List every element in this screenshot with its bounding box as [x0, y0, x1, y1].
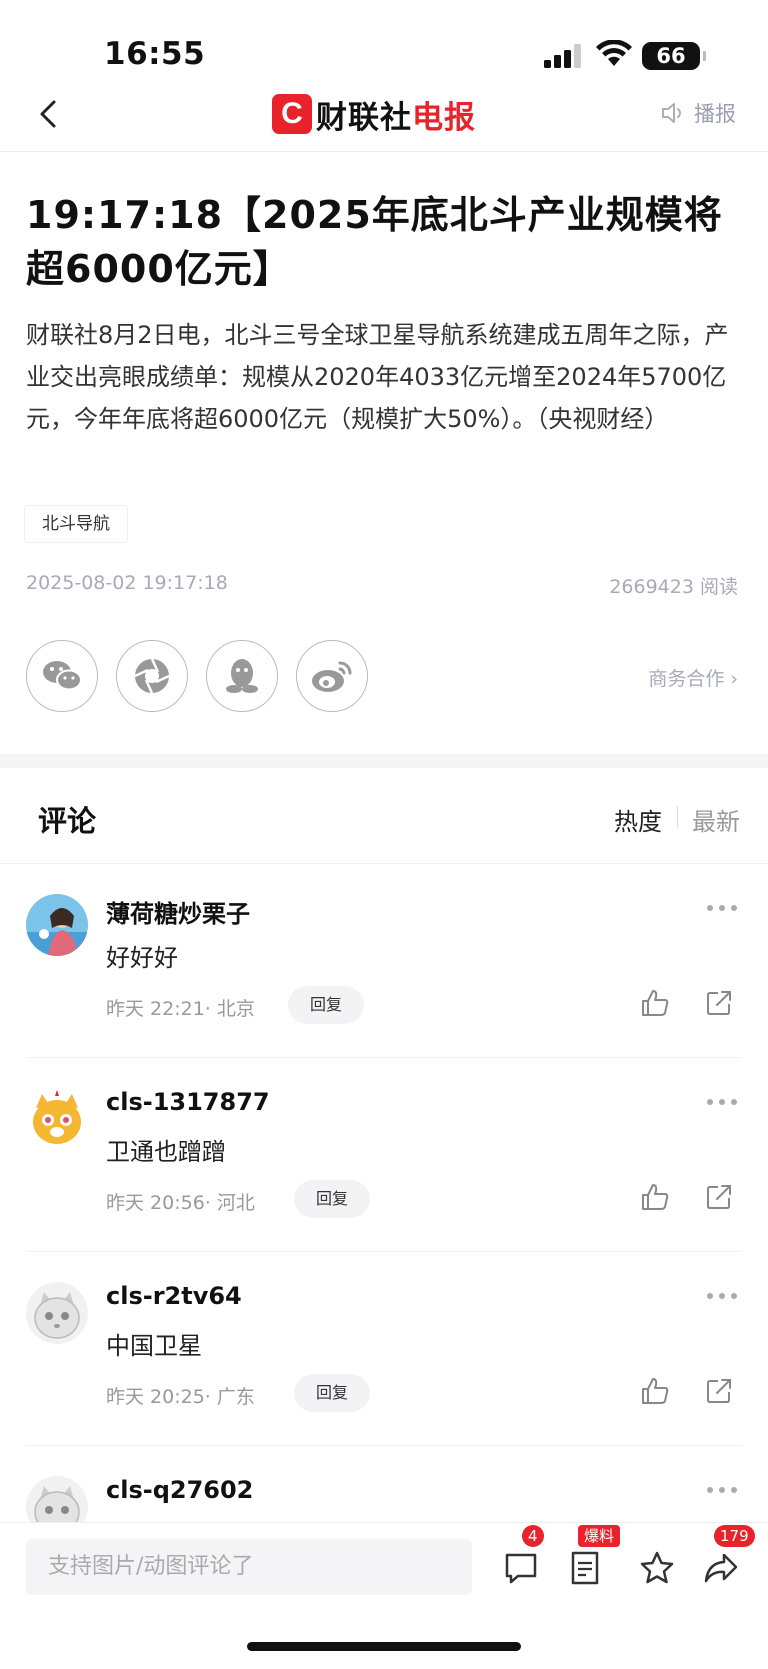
share-weibo-button[interactable] [296, 640, 368, 712]
speaker-icon [662, 103, 681, 123]
comment-item: 薄荷糖炒栗子 好好好 昨天 22:21· 北京 回复 [0, 864, 768, 1058]
share-icon[interactable] [704, 1182, 734, 1212]
comment-text: 中国卫星 [106, 1332, 202, 1360]
battery-indicator: 66 [642, 42, 706, 70]
comment-username[interactable]: 薄荷糖炒栗子 [106, 894, 250, 929]
article-tag[interactable]: 北斗导航 [24, 505, 128, 543]
share-qq-button[interactable] [206, 640, 278, 712]
avatar[interactable] [26, 894, 88, 956]
more-options-icon[interactable] [706, 1486, 738, 1494]
share-icon[interactable] [704, 1376, 734, 1406]
thumbs-up-icon[interactable] [640, 988, 670, 1018]
forward-icon[interactable] [702, 1549, 740, 1587]
logo-name-accent: 电报 [412, 99, 476, 136]
star-icon[interactable] [638, 1549, 676, 1587]
comment-time-location: 昨天 20:56· 河北 [106, 1192, 255, 1214]
comment-item: cls-1317877 卫通也蹭蹭 昨天 20:56· 河北 回复 [0, 1058, 768, 1252]
share-moments-button[interactable] [116, 640, 188, 712]
more-options-icon[interactable] [706, 1292, 738, 1300]
report-icon[interactable] [566, 1549, 604, 1587]
status-time: 16:55 [104, 36, 206, 72]
comment-count-badge: 4 [522, 1525, 544, 1547]
comment-time-location: 昨天 22:21· 北京 [106, 998, 255, 1020]
back-icon[interactable] [30, 94, 70, 134]
article-date: 2025-08-02 19:17:18 [26, 572, 228, 594]
article-body: 财联社8月2日电，北斗三号全球卫星导航系统建成五周年之际，产业交出亮眼成绩单：规… [26, 321, 729, 433]
thumbs-up-icon[interactable] [640, 1376, 670, 1406]
cellular-signal-icon [544, 44, 581, 68]
reply-button[interactable]: 回复 [294, 1180, 371, 1218]
comments-title: 评论 [38, 804, 97, 838]
moments-icon [134, 658, 170, 694]
comment-icon[interactable] [502, 1549, 540, 1587]
more-options-icon[interactable] [706, 1098, 738, 1106]
broadcast-button[interactable]: 播报 [660, 98, 736, 128]
more-options-icon[interactable] [706, 904, 738, 912]
status-bar: 16:55 66 [0, 0, 768, 90]
broadcast-label: 播报 [694, 102, 736, 126]
comment-item: cls-r2tv64 中国卫星 昨天 20:25· 广东 回复 [0, 1252, 768, 1446]
reply-button[interactable]: 回复 [294, 1374, 371, 1412]
comment-text: 卫通也蹭蹭 [106, 1138, 226, 1166]
share-count-badge: 179 [714, 1525, 755, 1547]
wechat-icon [43, 661, 82, 691]
comment-username[interactable]: cls-q27602 [106, 1476, 253, 1504]
comment-input[interactable]: 支持图片/动图评论了 [26, 1539, 472, 1595]
business-cooperation-link[interactable]: 商务合作 › [648, 664, 738, 691]
thumbs-up-icon[interactable] [640, 1182, 670, 1212]
nav-bar: C 财联社 电报 播报 [0, 90, 768, 152]
sort-hot-tab[interactable]: 热度 [614, 802, 662, 837]
article-read-count: 2669423 阅读 [609, 576, 738, 598]
reply-button[interactable]: 回复 [288, 986, 365, 1024]
section-divider [0, 754, 768, 768]
sort-new-tab[interactable]: 最新 [692, 802, 740, 837]
wifi-icon [596, 40, 632, 66]
share-wechat-button[interactable] [26, 640, 98, 712]
sort-separator [677, 806, 678, 828]
comment-username[interactable]: cls-1317877 [106, 1088, 270, 1116]
logo-name: 财联社 [316, 99, 412, 136]
share-icon[interactable] [704, 988, 734, 1018]
comment-time-location: 昨天 20:25· 广东 [106, 1386, 255, 1408]
comment-username[interactable]: cls-r2tv64 [106, 1282, 242, 1310]
qq-icon [226, 659, 258, 693]
logo-mark-icon: C [272, 94, 312, 134]
article-title: 19:17:18【2025年底北斗产业规模将超6000亿元】 [26, 193, 723, 291]
avatar[interactable] [26, 1088, 88, 1150]
report-badge: 爆料 [578, 1525, 621, 1547]
app-logo: C 财联社 电报 [272, 92, 476, 136]
comments-header: 评论 热度 最新 [0, 768, 768, 864]
weibo-icon [312, 661, 352, 692]
home-indicator [247, 1642, 521, 1651]
comment-text: 好好好 [106, 944, 178, 972]
avatar[interactable] [26, 1282, 88, 1344]
